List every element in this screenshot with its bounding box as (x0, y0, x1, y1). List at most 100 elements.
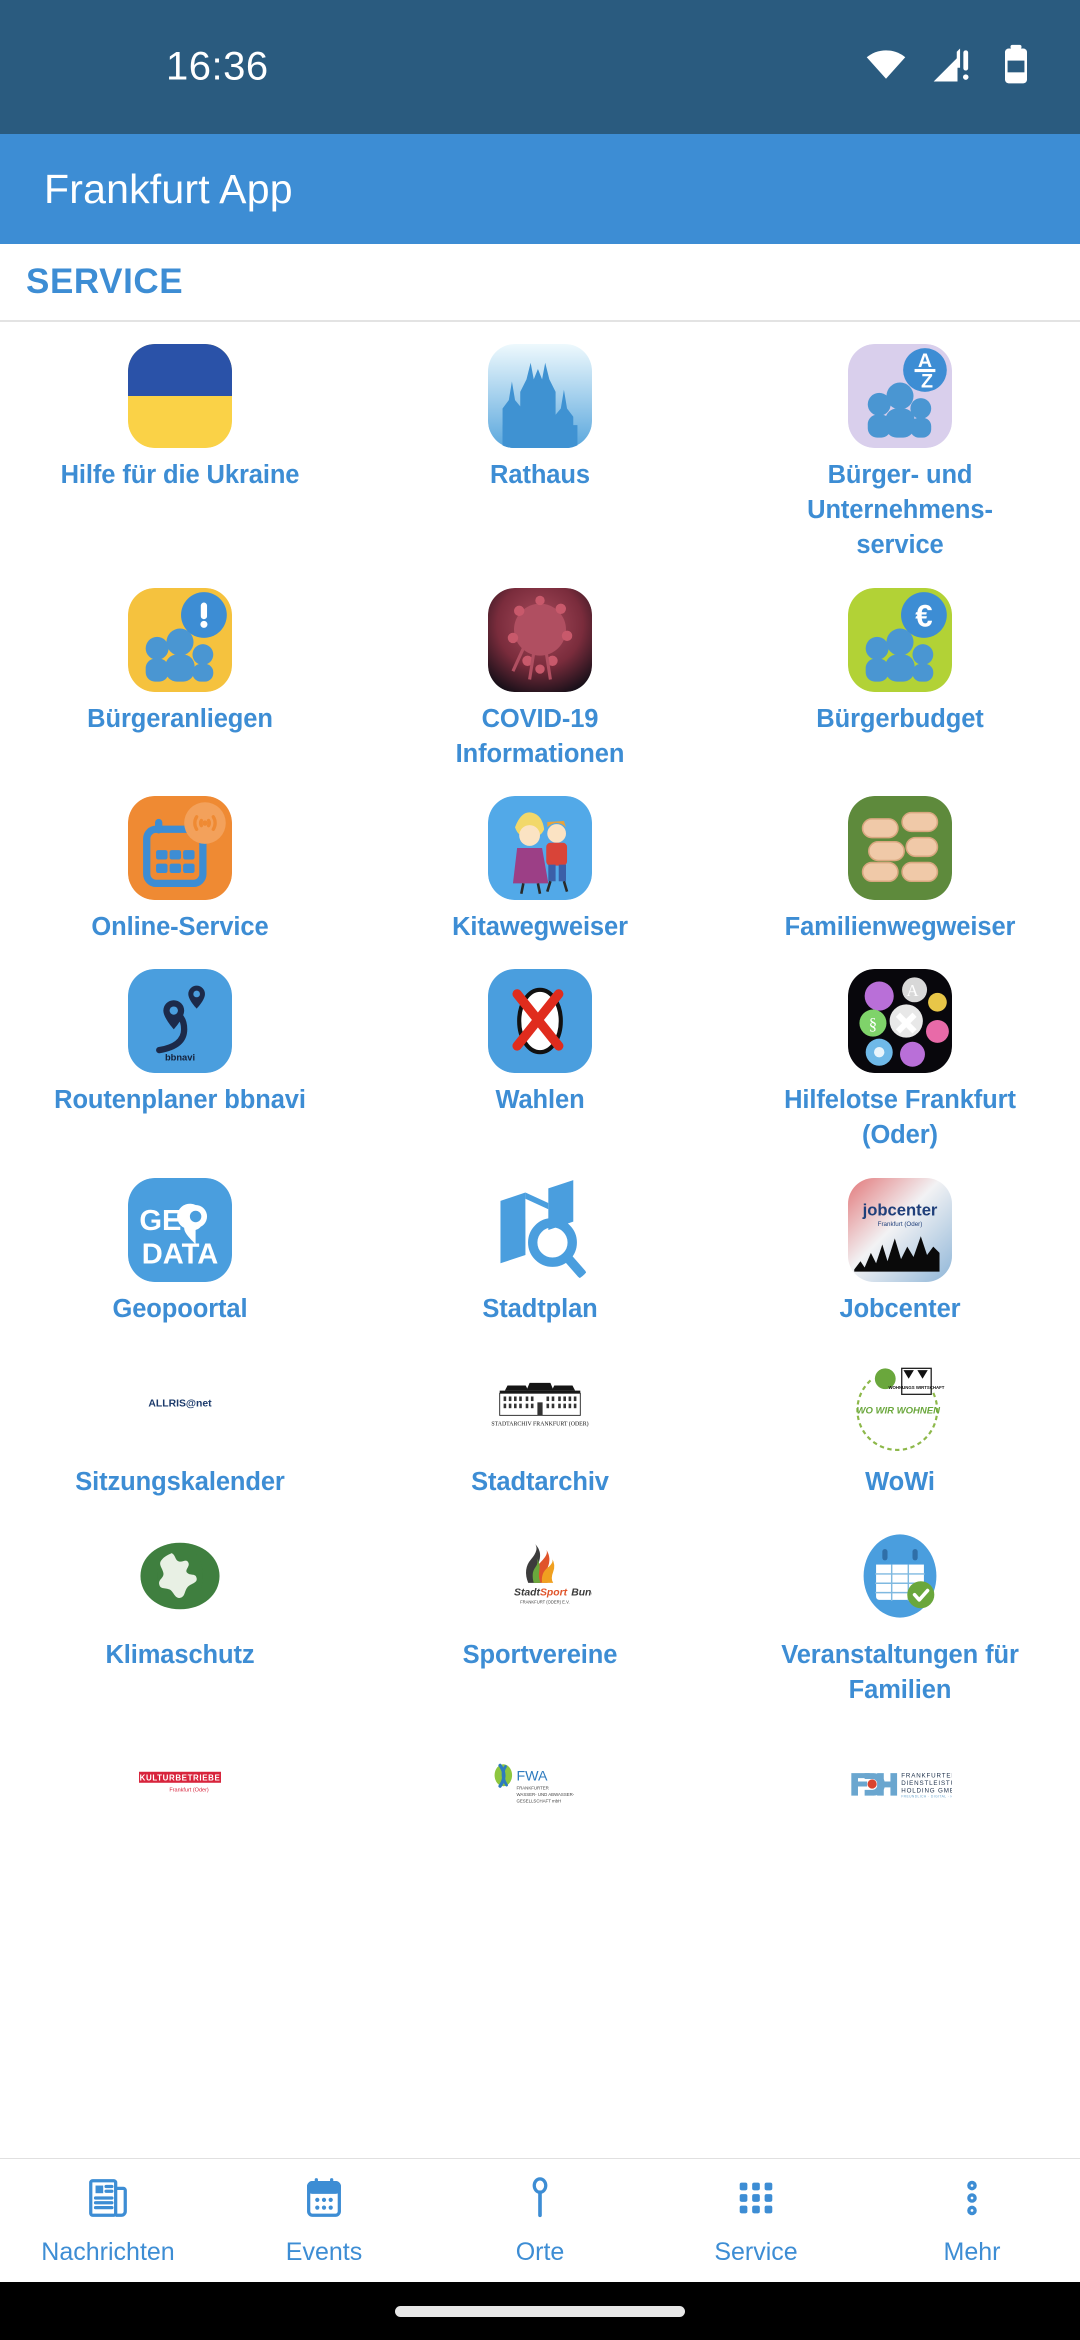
service-tile-burger-und-unternehmensservice[interactable]: A Z Bürger- und Unternehmens-service (720, 330, 1080, 574)
section-header: SERVICE (0, 244, 1080, 322)
svg-text:FREUNDLICH · DIGITAL · HILFSBE: FREUNDLICH · DIGITAL · HILFSBEREIT (901, 1795, 952, 1799)
grid-icon (733, 2175, 779, 2226)
svg-text:Bund: Bund (571, 1587, 592, 1598)
service-tile-klimaschutz[interactable]: Klimaschutz (0, 1510, 360, 1718)
service-tile-fwa[interactable]: FWA FRANKFURTER WASSER- UND ABWASSER- GE… (360, 1718, 720, 1856)
joined-hands-icon (848, 795, 952, 900)
svg-text:WOHNUNGS WIRTSCHAFT: WOHNUNGS WIRTSCHAFT (888, 1385, 944, 1390)
citizens-alert-icon (128, 587, 232, 692)
app-bar: Frankfurt App (0, 134, 1080, 244)
service-tile-kitawegweiser[interactable]: Kitawegweiser (360, 782, 720, 955)
svg-text:bbnavi: bbnavi (165, 1053, 195, 1063)
children-icon (488, 795, 592, 900)
battery-icon (996, 43, 1036, 92)
service-tile-label: Jobcenter (839, 1294, 961, 1323)
service-tile-label: Bürger- und Unternehmens-service (807, 461, 993, 560)
svg-text:HOLDING GMBH: HOLDING GMBH (901, 1788, 952, 1795)
service-tile-sportvereine[interactable]: Stadt Sport Bund FRANKFURT (ODER) E.V. S… (360, 1510, 720, 1718)
page-title: SERVICE (26, 262, 184, 301)
online-calendar-icon (128, 795, 232, 900)
svg-text:ALLRIS@net: ALLRIS@net (148, 1398, 212, 1409)
service-tile-label: Bürgeranliegen (87, 704, 273, 733)
svg-text:KULTURBETRIEBE: KULTURBETRIEBE (140, 1774, 221, 1783)
service-tile-hilfe-fur-die-ukraine[interactable]: Hilfe für die Ukraine (0, 330, 360, 574)
service-tile-burgeranliegen[interactable]: Bürgeranliegen (0, 574, 360, 782)
map-pin-icon (517, 2175, 563, 2226)
cellular-no-sim-icon (930, 43, 974, 92)
nav-item-service[interactable]: Service (648, 2175, 864, 2267)
service-tile-burgerbudget[interactable]: € Bürgerbudget (720, 574, 1080, 782)
jobcenter-logo-icon: jobcenter Frankfurt (Oder) (848, 1177, 952, 1282)
service-tile-fdh[interactable]: FRANKFURTER DIENSTLEISTUNGS HOLDING GMBH… (720, 1718, 1080, 1856)
nav-label: Events (285, 2237, 363, 2266)
nav-item-nachrichten[interactable]: Nachrichten (0, 2175, 216, 2267)
coronavirus-icon (488, 587, 592, 692)
service-tile-stadtarchiv[interactable]: STADTARCHIV FRANKFURT (ODER) Stadtarchiv (360, 1337, 720, 1510)
svg-text:A: A (906, 981, 918, 1000)
home-gesture-bar[interactable] (395, 2305, 685, 2317)
service-tile-sitzungskalender[interactable]: ALLRIS@net Sitzungskalender (0, 1337, 360, 1510)
status-bar: 16:36 (0, 0, 1080, 134)
service-grid-scroll[interactable]: Hilfe für die Ukraine Rathaus A Z Bürger… (0, 322, 1080, 2158)
citizens-euro-icon: € (848, 587, 952, 692)
service-tile-covid-19-informationen[interactable]: COVID-19 Informationen (360, 574, 720, 782)
city-archive-building-icon: STADTARCHIV FRANKFURT (ODER) (488, 1351, 592, 1455)
service-tile-label: Klimaschutz (105, 1640, 255, 1669)
service-tile-label: Hilfe für die Ukraine (60, 461, 300, 489)
service-tile-veranstaltungen-fur-familien[interactable]: Veranstaltungen für Familien (720, 1510, 1080, 1718)
service-tile-stadtplan[interactable]: Stadtplan (360, 1164, 720, 1337)
svg-text:FRANKFURT (ODER) E.V.: FRANKFURT (ODER) E.V. (520, 1600, 570, 1605)
svg-text:WASSER- UND ABWASSER-: WASSER- UND ABWASSER- (516, 1792, 574, 1797)
svg-text:Frankfurt (Oder): Frankfurt (Oder) (878, 1220, 923, 1227)
service-tile-jobcenter[interactable]: jobcenter Frankfurt (Oder) Jobcenter (720, 1164, 1080, 1337)
service-grid: Hilfe für die Ukraine Rathaus A Z Bürger… (0, 330, 1080, 1856)
nav-item-orte[interactable]: Orte (432, 2175, 648, 2267)
svg-text:FRANKFURTER: FRANKFURTER (516, 1786, 548, 1791)
nav-label: Mehr (943, 2237, 1001, 2266)
service-tile-label: Veranstaltungen für Familien (781, 1640, 1019, 1705)
svg-text:DIENSTLEISTUNGS: DIENSTLEISTUNGS (901, 1780, 952, 1787)
service-tile-label: Sitzungskalender (75, 1467, 285, 1496)
service-tile-familienwegweiser[interactable]: Familienwegweiser (720, 782, 1080, 955)
newspaper-icon (85, 2175, 131, 2226)
service-tile-rathaus[interactable]: Rathaus (360, 330, 720, 574)
app-title: Frankfurt App (44, 165, 293, 212)
service-tile-routenplaner-bbnavi[interactable]: bbnavi Routenplaner bbnavi (0, 955, 360, 1163)
service-tile-label: Stadtarchiv (471, 1467, 609, 1496)
service-tile-online-service[interactable]: Online-Service (0, 782, 360, 955)
service-tile-label: Wahlen (495, 1086, 585, 1115)
service-tile-label: Stadtplan (482, 1294, 598, 1323)
system-gesture-area (0, 2282, 1080, 2340)
service-tile-label: Sportvereine (462, 1640, 618, 1669)
phone-screen: 16:36 Frankfurt App SERVICE Hilfe für di… (0, 0, 1080, 2340)
nav-item-events[interactable]: Events (216, 2175, 432, 2267)
service-tile-kulturbetriebe[interactable]: KULTURBETRIEBE Frankfurt (Oder) (0, 1718, 360, 1856)
svg-text:WO WIR WOHNEN: WO WIR WOHNEN (857, 1405, 942, 1416)
svg-text:Sport: Sport (540, 1587, 568, 1598)
service-tile-label: Rathaus (490, 461, 590, 489)
fwa-logo-icon: FWA FRANKFURTER WASSER- UND ABWASSER- GE… (488, 1732, 592, 1836)
nav-label: Nachrichten (41, 2237, 175, 2266)
stadtsportbund-logo-icon: Stadt Sport Bund FRANKFURT (ODER) E.V. (488, 1524, 592, 1628)
svg-text:STADTARCHIV FRANKFURT (ODER): STADTARCHIV FRANKFURT (ODER) (491, 1420, 588, 1427)
service-tile-wahlen[interactable]: Wahlen (360, 955, 720, 1163)
svg-text:Z: Z (921, 371, 933, 393)
wifi-icon (864, 43, 908, 92)
service-tile-wowi[interactable]: WOHNUNGS WIRTSCHAFT WO WIR WOHNEN WoWi (720, 1337, 1080, 1510)
service-tile-label: Kitawegweiser (452, 912, 628, 941)
nav-label: Orte (515, 2237, 565, 2266)
svg-text:Stadt: Stadt (514, 1587, 541, 1598)
geodata-icon: GEO DATA (128, 1177, 232, 1282)
service-tile-label: Bürgerbudget (816, 704, 984, 733)
svg-text:DATA: DATA (142, 1238, 219, 1270)
fdh-logo-icon: FRANKFURTER DIENSTLEISTUNGS HOLDING GMBH… (848, 1732, 952, 1836)
bottom-navigation: Nachrichten Events Orte Service Mehr (0, 2158, 1080, 2282)
service-tile-geopoortal[interactable]: GEO DATA Geopoortal (0, 1164, 360, 1337)
svg-text:FWA: FWA (516, 1769, 548, 1785)
service-tile-hilfelotse-frankfurt-oder[interactable]: § A Hilfelotse Frankfurt (Oder) (720, 955, 1080, 1163)
a-z-citizens-icon: A Z (848, 344, 952, 448)
svg-text:§: § (869, 1014, 877, 1033)
service-tile-label: Routenplaner bbnavi (54, 1086, 306, 1115)
nav-item-mehr[interactable]: Mehr (864, 2175, 1080, 2267)
service-tile-label: WoWi (865, 1467, 935, 1496)
